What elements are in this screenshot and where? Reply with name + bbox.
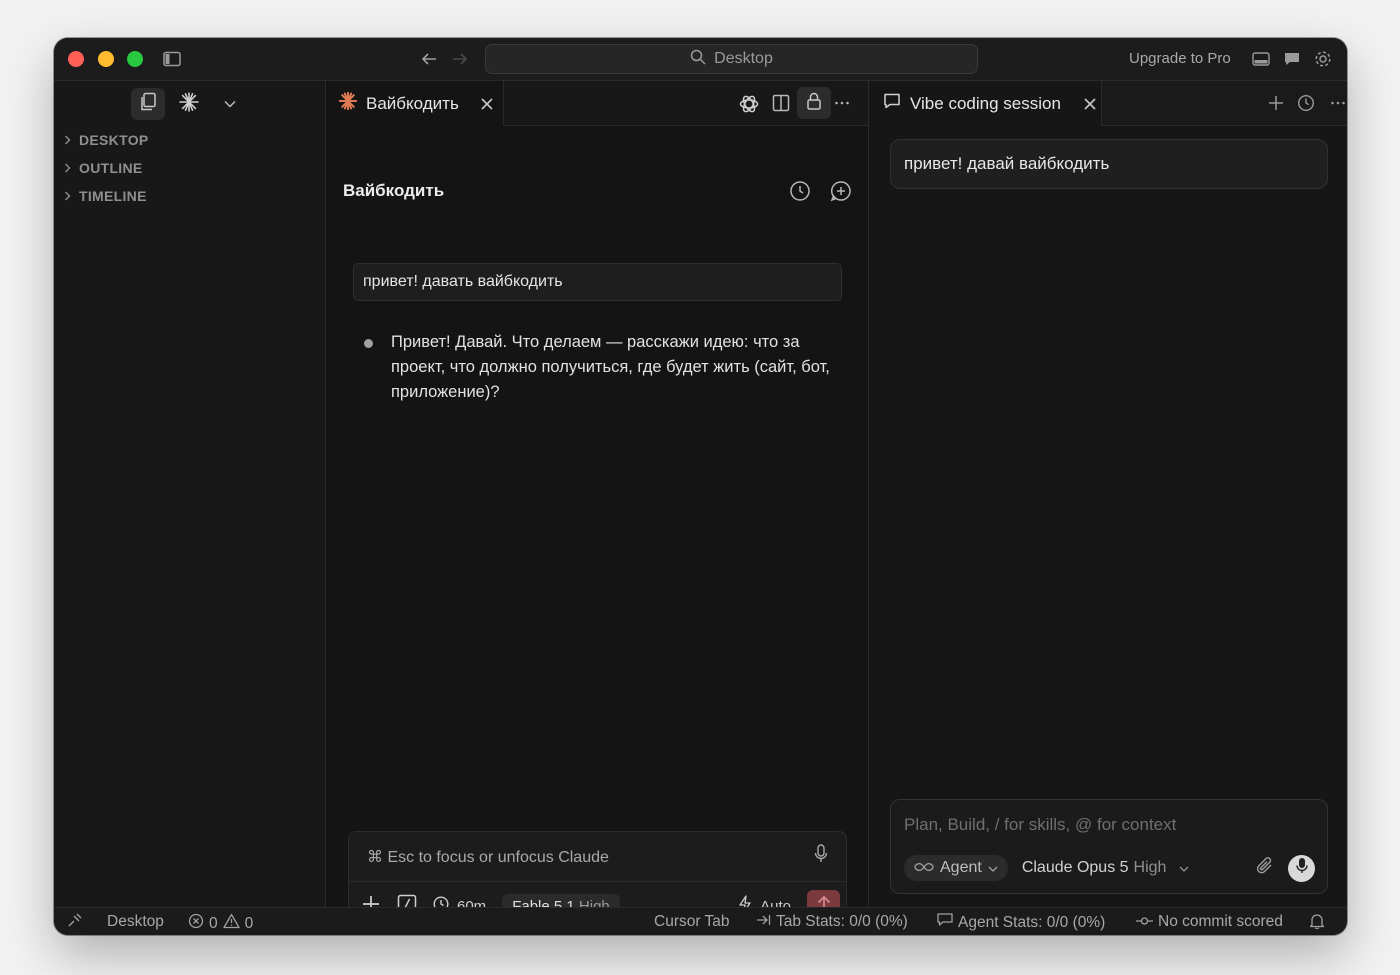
search-text: Desktop [714, 50, 773, 67]
tab-arrow-icon [756, 913, 771, 931]
agent-mode-selector[interactable]: Agent [904, 855, 1008, 881]
sidebar-item-label: DESKTOP [79, 132, 149, 148]
copy-files-icon [139, 92, 157, 117]
tab-label: Вайбкодить [366, 93, 459, 113]
user-message: привет! давай вайбкодить [890, 139, 1328, 189]
chevron-down-icon [988, 859, 998, 877]
claude-chat-panel: Вайбкодить Вайбкодить привет! давать вай… [326, 81, 869, 930]
openai-logo-icon[interactable] [738, 93, 760, 115]
claude-logo-icon [338, 91, 358, 116]
app-window: Desktop Upgrade to Pro DESKTOP OUTLINE T… [54, 38, 1347, 935]
more-options-icon[interactable] [834, 95, 850, 111]
editor-tab-bar: Вайбкодить [326, 81, 868, 126]
commit-text: No commit scored [1158, 913, 1283, 930]
model-effort: High [1133, 859, 1167, 876]
message-bullet [364, 339, 373, 348]
upgrade-to-pro-link[interactable]: Upgrade to Pro [1129, 50, 1231, 67]
error-icon [188, 913, 204, 934]
more-options-icon[interactable] [1330, 95, 1346, 111]
tab-vibe-coding-session[interactable]: Vibe coding session [869, 81, 1102, 126]
agent-stats-text: Agent Stats: 0/0 (0%) [958, 913, 1106, 931]
sidebar-item-label: OUTLINE [79, 160, 143, 176]
history-clock-icon[interactable] [789, 180, 811, 202]
cursor-tab-status[interactable]: Cursor Tab [654, 913, 730, 931]
composer-input[interactable]: ⌘ Esc to focus or unfocus Claude [349, 832, 846, 882]
infinity-icon [914, 859, 934, 877]
agent-stats[interactable]: Agent Stats: 0/0 (0%) [937, 913, 1105, 932]
problems-indicator[interactable]: 0 0 [188, 913, 253, 934]
title-bar: Desktop Upgrade to Pro [54, 38, 1347, 81]
user-message: привет! давать вайбкодить [353, 263, 842, 301]
tab-vaibkodit[interactable]: Вайбкодить [326, 81, 504, 126]
close-icon[interactable] [481, 97, 493, 110]
history-clock-icon[interactable] [1297, 94, 1315, 112]
agent-chat-panel: Vibe coding session привет! давай вайбко… [869, 81, 1347, 907]
chat-stats-icon [937, 913, 953, 932]
agent-input-placeholder: Plan, Build, / for skills, @ for context [904, 815, 1177, 834]
warning-count: 0 [244, 914, 254, 932]
chevron-right-icon [64, 160, 71, 176]
close-icon[interactable] [1084, 97, 1096, 110]
agent-composer-toolbar: Agent Claude Opus 5 High [904, 853, 1315, 883]
command-search-bar[interactable]: Desktop [485, 44, 978, 74]
remote-connection-icon[interactable] [68, 913, 82, 927]
sidebar-item-timeline[interactable]: TIMELINE [54, 182, 325, 210]
workspace-name[interactable]: Desktop [107, 913, 164, 931]
maximize-window-button[interactable] [127, 51, 143, 67]
chevron-right-icon [64, 132, 71, 148]
panel-layout-icon[interactable] [1252, 51, 1270, 67]
assistant-message-text: Привет! Давай. Что делаем — расскажи иде… [391, 333, 830, 401]
microphone-icon[interactable] [814, 844, 828, 869]
error-count: 0 [209, 914, 218, 932]
agent-tab-bar: Vibe coding session [869, 81, 1347, 126]
new-agent-icon[interactable] [1267, 94, 1285, 112]
sidebar-item-desktop[interactable]: DESKTOP [54, 126, 325, 154]
sidebar-item-label: TIMELINE [79, 188, 147, 204]
agent-label: Agent [940, 859, 982, 876]
warning-icon [222, 913, 240, 934]
tab-stats[interactable]: Tab Stats: 0/0 (0%) [756, 913, 908, 931]
agent-composer[interactable]: Plan, Build, / for skills, @ for context… [890, 799, 1328, 894]
microphone-icon [1295, 857, 1308, 879]
settings-gear-icon[interactable] [1314, 50, 1332, 68]
sidebar-item-outline[interactable]: OUTLINE [54, 154, 325, 182]
close-window-button[interactable] [68, 51, 84, 67]
sidebar-toggle-icon[interactable] [163, 51, 181, 67]
files-view-button[interactable] [131, 88, 165, 120]
lock-icon [806, 92, 822, 115]
chat-bubble-icon[interactable] [1283, 50, 1301, 68]
commit-score[interactable]: No commit scored [1136, 913, 1283, 931]
sidebar-toolbar [54, 81, 325, 126]
split-editor-icon[interactable] [772, 94, 790, 112]
git-commit-icon [1136, 913, 1153, 931]
model-name: Claude Opus 5 [1021, 859, 1129, 876]
tab-stats-text: Tab Stats: 0/0 (0%) [776, 913, 908, 930]
paperclip-icon[interactable] [1256, 856, 1274, 881]
voice-input-button[interactable] [1288, 854, 1315, 882]
assistant-message: Привет! Давай. Что делаем — расскажи иде… [364, 330, 834, 405]
notifications-bell-icon[interactable] [1310, 913, 1324, 929]
agent-model-selector[interactable]: Claude Opus 5 High [1022, 859, 1190, 877]
claude-asterisk-icon [178, 91, 200, 118]
new-chat-icon[interactable] [830, 180, 852, 202]
explorer-sidebar: DESKTOP OUTLINE TIMELINE [54, 81, 326, 907]
search-icon [690, 49, 706, 70]
chevron-down-icon [224, 95, 236, 113]
tab-label: Vibe coding session [910, 93, 1061, 113]
composer-placeholder: ⌘ Esc to focus or unfocus Claude [367, 848, 609, 866]
view-dropdown-button[interactable] [213, 88, 247, 120]
chevron-right-icon [64, 188, 71, 204]
status-bar: Desktop 0 0 Cursor Tab Tab Stats: 0/0 (0… [54, 907, 1347, 935]
lock-button[interactable] [797, 87, 831, 119]
minimize-window-button[interactable] [98, 51, 114, 67]
back-arrow-icon[interactable] [420, 51, 438, 67]
forward-arrow-icon[interactable] [451, 51, 469, 67]
claude-view-button[interactable] [172, 88, 206, 120]
chat-icon [883, 92, 901, 115]
conversation-title: Вайбкодить [343, 181, 445, 200]
chevron-down-icon [1179, 859, 1189, 877]
